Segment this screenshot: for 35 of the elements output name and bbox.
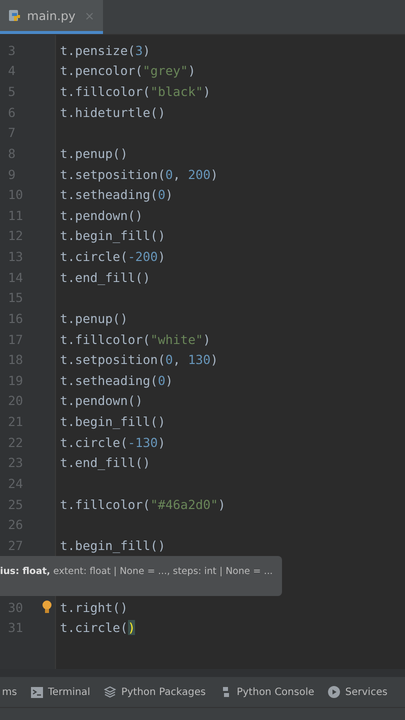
code-line: t.pendown(): [60, 208, 143, 223]
code-line: t.fillcolor("black"): [60, 84, 211, 100]
tool-window-button[interactable]: Python Console: [220, 686, 314, 698]
code-line: t.end_fill(): [60, 455, 150, 470]
lightbulb-icon[interactable]: [42, 600, 52, 614]
code-line: t.end_fill(): [60, 270, 150, 285]
code-line: t.right(): [60, 600, 128, 615]
layers-icon: [104, 686, 116, 698]
code-line: t.penup(): [60, 310, 128, 326]
python-file-icon: [8, 8, 22, 22]
tool-window-button[interactable]: Services: [328, 686, 388, 698]
code-line: t.begin_fill(): [60, 538, 166, 553]
code-line: t.setposition(0, 200): [60, 166, 218, 182]
code-line: t.penup(): [60, 146, 128, 161]
code-line: t.begin_fill(): [60, 414, 166, 430]
parameter-info-tooltip: ius: float, extent: float | None = ..., steps: int | None = ...: [0, 556, 282, 596]
code-line: t.pencolor("grey"): [60, 63, 196, 78]
code-line: t.fillcolor("#46a2d0"): [60, 496, 226, 512]
terminal-icon: [30, 686, 43, 698]
code-line: t.setposition(0, 130): [60, 352, 218, 368]
code-line: t.hideturtle(): [60, 104, 166, 120]
code-line: t.pendown(): [60, 393, 143, 408]
tool-window-button[interactable]: Python Packages: [104, 686, 206, 698]
tool-window-button[interactable]: ms: [2, 686, 17, 698]
code-line: t.circle(-130): [60, 434, 166, 450]
code-line: t.pensize(3): [60, 42, 150, 58]
code-line: t.setheading(0): [60, 372, 173, 388]
code-line: t.circle(-200): [60, 249, 166, 264]
code-line: t.begin_fill(): [60, 228, 166, 244]
code-line: t.circle(): [60, 620, 136, 636]
services-icon: [328, 686, 340, 698]
code-line: t.setheading(0): [60, 187, 173, 202]
code-line: t.fillcolor("white"): [60, 332, 211, 347]
tool-window-button[interactable]: Terminal: [30, 686, 90, 698]
file-tab[interactable]: main.py ×: [0, 0, 103, 34]
